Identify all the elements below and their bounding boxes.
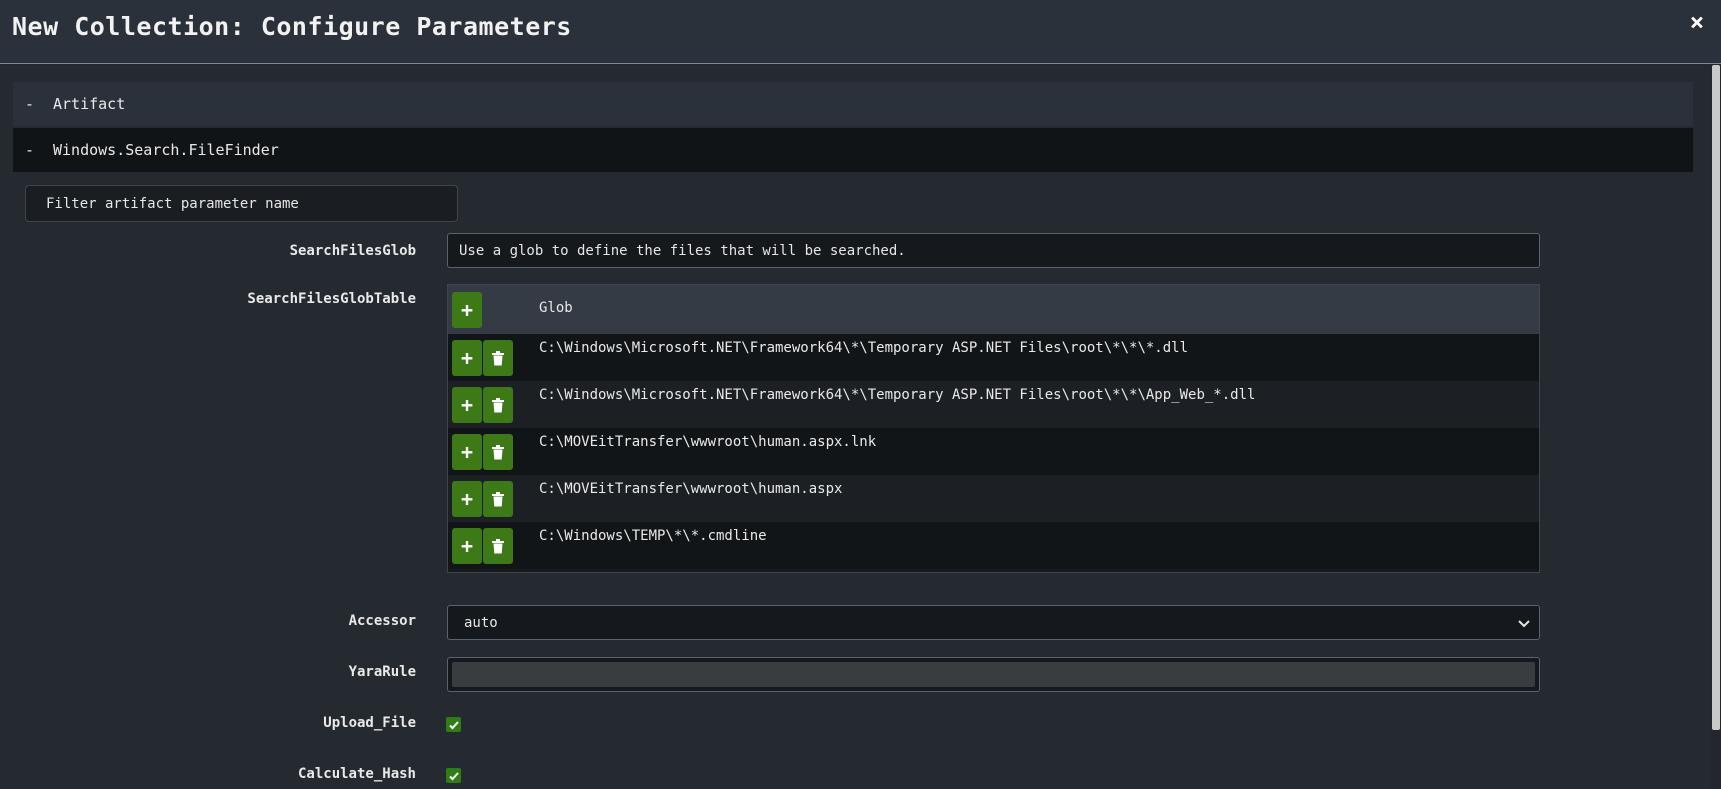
- chevron-down-icon: [1518, 620, 1530, 628]
- insert-row-button[interactable]: +: [452, 434, 482, 470]
- glob-cell[interactable]: C:\MOVEitTransfer\wwwroot\human.aspx: [539, 481, 842, 497]
- delete-row-button[interactable]: [483, 434, 513, 470]
- filter-parameter-input[interactable]: [25, 185, 458, 222]
- check-icon: [448, 771, 459, 780]
- search-files-glob-textarea[interactable]: Use a glob to define the files that will…: [447, 233, 1540, 268]
- section-filefinder-label: Windows.Search.FileFinder: [53, 141, 279, 159]
- label-calculate-hash: Calculate_Hash: [297, 766, 416, 782]
- label-search-files-glob-table: SearchFilesGlobTable: [247, 291, 416, 307]
- label-upload-file: Upload_File: [323, 715, 416, 731]
- label-accessor: Accessor: [348, 613, 416, 629]
- section-artifact[interactable]: - Artifact: [13, 82, 1693, 126]
- check-icon: [448, 720, 459, 729]
- label-yara-rule: YaraRule: [348, 664, 416, 680]
- plus-icon: +: [460, 393, 474, 417]
- calculate-hash-checkbox[interactable]: [446, 768, 461, 783]
- section-filefinder[interactable]: - Windows.Search.FileFinder: [13, 128, 1693, 172]
- upload-file-checkbox[interactable]: [446, 717, 461, 732]
- insert-row-button[interactable]: +: [452, 481, 482, 517]
- glob-column-header: Glob: [539, 300, 573, 316]
- add-row-button[interactable]: +: [452, 292, 482, 328]
- table-row: + C:\Windows\Microsoft.NET\Framework64\*…: [448, 334, 1539, 381]
- glob-cell[interactable]: C:\Windows\Microsoft.NET\Framework64\*\T…: [539, 387, 1255, 403]
- glob-cell[interactable]: C:\Windows\Microsoft.NET\Framework64\*\T…: [539, 340, 1188, 356]
- plus-icon: +: [460, 346, 474, 370]
- section-artifact-label: Artifact: [53, 95, 126, 113]
- delete-row-button[interactable]: [483, 481, 513, 517]
- insert-row-button[interactable]: +: [452, 387, 482, 423]
- delete-row-button[interactable]: [483, 340, 513, 376]
- close-icon[interactable]: ×: [1685, 8, 1709, 36]
- delete-row-button[interactable]: [483, 387, 513, 423]
- accessor-value: auto: [464, 614, 498, 631]
- accessor-select[interactable]: auto: [447, 605, 1540, 640]
- modal-title: New Collection: Configure Parameters: [12, 12, 572, 41]
- delete-row-button[interactable]: [483, 528, 513, 564]
- table-row: + C:\Windows\TEMP\*\*.cmdline: [448, 522, 1539, 569]
- yara-rule-textarea[interactable]: [447, 657, 1540, 692]
- scrollbar-thumb[interactable]: [1712, 65, 1720, 730]
- trash-icon: [492, 351, 504, 366]
- insert-row-button[interactable]: +: [452, 340, 482, 376]
- table-row: + C:\MOVEitTransfer\wwwroot\human.aspx.l…: [448, 428, 1539, 475]
- glob-cell[interactable]: C:\MOVEitTransfer\wwwroot\human.aspx.lnk: [539, 434, 876, 450]
- yara-rule-value: [452, 662, 1535, 687]
- collapse-toggle-filefinder[interactable]: -: [13, 141, 53, 159]
- trash-icon: [492, 445, 504, 460]
- collapse-toggle-artifact[interactable]: -: [13, 95, 53, 113]
- insert-row-button[interactable]: +: [452, 528, 482, 564]
- plus-icon: +: [460, 440, 474, 464]
- glob-cell[interactable]: C:\Windows\TEMP\*\*.cmdline: [539, 528, 767, 544]
- plus-icon: +: [460, 534, 474, 558]
- scrollbar[interactable]: [1711, 65, 1721, 789]
- plus-icon: +: [460, 487, 474, 511]
- table-row: + C:\MOVEitTransfer\wwwroot\human.aspx: [448, 475, 1539, 522]
- glob-table: + Glob + C:\Windows\Microsoft.NET\Framew…: [447, 284, 1540, 573]
- label-search-files-glob: SearchFilesGlob: [289, 243, 416, 259]
- trash-icon: [492, 398, 504, 413]
- plus-icon: +: [460, 298, 474, 322]
- trash-icon: [492, 539, 504, 554]
- trash-icon: [492, 492, 504, 507]
- table-row: + C:\Windows\Microsoft.NET\Framework64\*…: [448, 381, 1539, 428]
- glob-table-header: + Glob: [448, 285, 1539, 334]
- modal-header: New Collection: Configure Parameters ×: [0, 0, 1721, 64]
